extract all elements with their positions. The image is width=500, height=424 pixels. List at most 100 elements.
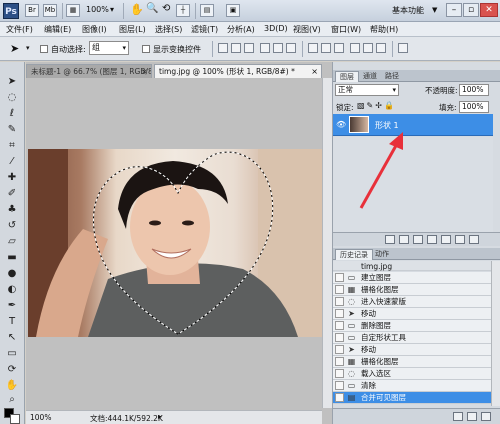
history-source-checkbox[interactable] bbox=[335, 273, 344, 282]
minibridge-icon[interactable]: Mb bbox=[43, 4, 57, 17]
menu-edit[interactable]: 编辑(E) bbox=[44, 24, 71, 35]
hand-icon[interactable]: ✋ bbox=[130, 3, 144, 16]
chevron-right-icon[interactable]: ▸ bbox=[158, 412, 162, 421]
camera-icon[interactable] bbox=[467, 412, 477, 421]
move-tool-preset-icon[interactable]: ➤ bbox=[10, 42, 19, 55]
distribute-hcenter-icon[interactable] bbox=[363, 43, 373, 53]
zoom-readout[interactable]: 100% bbox=[30, 413, 51, 422]
eyedropper-tool-icon[interactable]: ⁄ bbox=[5, 156, 19, 168]
trash-icon[interactable] bbox=[481, 412, 491, 421]
new-document-icon[interactable] bbox=[453, 412, 463, 421]
crop-tool-icon[interactable]: ⌗ bbox=[5, 140, 19, 152]
tab-layers[interactable]: 图层 bbox=[335, 71, 359, 82]
distribute-right-icon[interactable] bbox=[376, 43, 386, 53]
zoom-level[interactable]: 100% bbox=[86, 5, 109, 14]
chevron-down-icon[interactable]: ▾ bbox=[26, 44, 30, 52]
align-left-icon[interactable] bbox=[260, 43, 270, 53]
history-source-checkbox[interactable] bbox=[335, 333, 344, 342]
align-bottom-icon[interactable] bbox=[244, 43, 254, 53]
tab-timg-document[interactable]: timg.jpg @ 100% (形状 1, RGB/8#) * × bbox=[154, 64, 322, 78]
link-layers-icon[interactable] bbox=[385, 235, 395, 244]
background-color-swatch[interactable] bbox=[10, 414, 20, 424]
menu-select[interactable]: 选择(S) bbox=[155, 24, 182, 35]
view-extras-icon[interactable]: ▦ bbox=[66, 4, 80, 17]
tab-history[interactable]: 历史记录 bbox=[335, 249, 373, 260]
history-item[interactable]: ▭ 删除图层 bbox=[333, 320, 491, 332]
align-hcenter-icon[interactable] bbox=[273, 43, 283, 53]
menu-help[interactable]: 帮助(H) bbox=[370, 24, 398, 35]
align-right-icon[interactable] bbox=[286, 43, 296, 53]
pen-tool-icon[interactable]: ✒ bbox=[5, 300, 19, 312]
close-icon[interactable]: × bbox=[311, 65, 318, 78]
eraser-tool-icon[interactable]: ▱ bbox=[5, 236, 19, 248]
history-scrollbar[interactable] bbox=[491, 261, 500, 406]
distribute-top-icon[interactable] bbox=[308, 43, 318, 53]
history-item[interactable]: ➤ 移动 bbox=[333, 344, 491, 356]
chevron-down-icon[interactable]: ▼ bbox=[432, 6, 437, 14]
history-source-checkbox[interactable] bbox=[335, 357, 344, 366]
history-item[interactable]: ◌ 载入选区 bbox=[333, 368, 491, 380]
hand-tool-icon[interactable]: ✋ bbox=[5, 380, 19, 392]
fill-input[interactable]: 100% bbox=[459, 101, 489, 113]
auto-select-checkbox[interactable] bbox=[40, 45, 48, 53]
new-group-icon[interactable] bbox=[441, 235, 451, 244]
history-source-checkbox[interactable] bbox=[335, 285, 344, 294]
auto-align-icon[interactable] bbox=[398, 43, 408, 53]
gradient-tool-icon[interactable]: ▬ bbox=[5, 252, 19, 264]
trash-icon[interactable] bbox=[469, 235, 479, 244]
chevron-down-icon[interactable]: ▾ bbox=[110, 5, 114, 14]
menu-filter[interactable]: 滤镜(T) bbox=[191, 24, 218, 35]
menu-3d[interactable]: 3D(D) bbox=[264, 24, 288, 33]
clone-stamp-tool-icon[interactable]: ♣ bbox=[5, 204, 19, 216]
brush-tool-icon[interactable]: ✐ bbox=[5, 188, 19, 200]
history-source-checkbox[interactable] bbox=[335, 321, 344, 330]
type-tool-icon[interactable]: T bbox=[5, 316, 19, 328]
layer-style-icon[interactable] bbox=[399, 235, 409, 244]
menu-view[interactable]: 视图(V) bbox=[293, 24, 321, 35]
history-source-checkbox[interactable] bbox=[335, 369, 344, 378]
auto-select-dropdown[interactable]: 组 ▾ bbox=[89, 41, 129, 55]
vertical-scrollbar[interactable] bbox=[322, 78, 332, 408]
show-transform-checkbox[interactable] bbox=[142, 45, 150, 53]
quick-select-tool-icon[interactable]: ✎ bbox=[5, 124, 19, 136]
tab-channels[interactable]: 通道 bbox=[359, 71, 381, 82]
menu-analysis[interactable]: 分析(A) bbox=[227, 24, 255, 35]
path-select-tool-icon[interactable]: ↖ bbox=[5, 332, 19, 344]
align-top-icon[interactable] bbox=[218, 43, 228, 53]
history-item[interactable]: ▦ 栅格化图层 bbox=[333, 284, 491, 296]
menu-window[interactable]: 窗口(W) bbox=[331, 24, 361, 35]
history-item[interactable]: ▭ 自定形状工具 bbox=[333, 332, 491, 344]
close-button[interactable]: ✕ bbox=[480, 3, 498, 17]
screen-mode-icon[interactable]: ▣ bbox=[226, 4, 240, 17]
history-source-checkbox[interactable] bbox=[335, 345, 344, 354]
shape-tool-icon[interactable]: ▭ bbox=[5, 348, 19, 360]
history-item[interactable]: ◌ 进入快速蒙版 bbox=[333, 296, 491, 308]
blur-tool-icon[interactable]: ● bbox=[5, 268, 19, 280]
history-item[interactable]: ▤ 合并可见图层 bbox=[333, 392, 491, 404]
ruler-icon[interactable]: ┼ bbox=[176, 4, 190, 17]
dodge-tool-icon[interactable]: ◐ bbox=[5, 284, 19, 296]
arrange-documents-icon[interactable]: ▤ bbox=[200, 4, 214, 17]
blend-mode-dropdown[interactable]: 正常 ▾ bbox=[335, 84, 399, 96]
distribute-left-icon[interactable] bbox=[350, 43, 360, 53]
history-brush-tool-icon[interactable]: ↺ bbox=[5, 220, 19, 232]
tab-paths[interactable]: 路径 bbox=[381, 71, 403, 82]
history-source-checkbox[interactable] bbox=[335, 309, 344, 318]
tab-actions[interactable]: 动作 bbox=[371, 249, 393, 260]
align-vcenter-icon[interactable] bbox=[231, 43, 241, 53]
workspace-switcher[interactable]: 基本功能 bbox=[392, 5, 424, 16]
zoom-tool-icon[interactable]: ⌕ bbox=[5, 394, 19, 406]
bridge-icon[interactable]: Br bbox=[25, 4, 39, 17]
move-tool-icon[interactable]: ➤ bbox=[5, 76, 19, 88]
distribute-vcenter-icon[interactable] bbox=[321, 43, 331, 53]
history-item[interactable]: ➤ 移动 bbox=[333, 308, 491, 320]
menu-layer[interactable]: 图层(L) bbox=[119, 24, 146, 35]
distribute-bottom-icon[interactable] bbox=[334, 43, 344, 53]
3d-rotate-tool-icon[interactable]: ⟳ bbox=[5, 364, 19, 376]
add-mask-icon[interactable] bbox=[413, 235, 423, 244]
healing-brush-tool-icon[interactable]: ✚ bbox=[5, 172, 19, 184]
history-source-checkbox[interactable] bbox=[335, 393, 344, 402]
restore-button[interactable]: ▫ bbox=[463, 3, 479, 17]
history-item[interactable]: ▭ 建立图层 bbox=[333, 272, 491, 284]
zoom-icon[interactable]: 🔍 bbox=[146, 3, 158, 14]
